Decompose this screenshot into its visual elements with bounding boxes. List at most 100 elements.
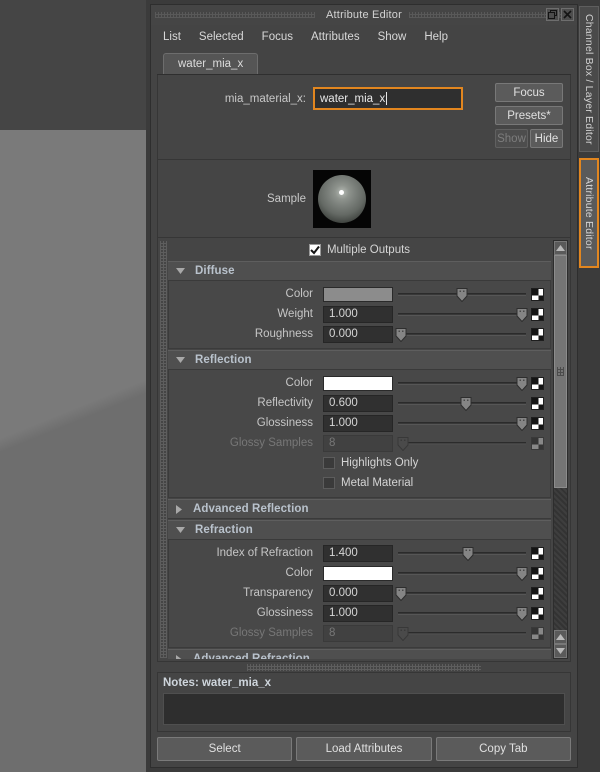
tab-water-mia-x[interactable]: water_mia_x <box>163 53 258 74</box>
highlights-only-label: Highlights Only <box>341 457 418 469</box>
map-button-reflectivity[interactable] <box>531 397 544 410</box>
map-button-reflection-color[interactable] <box>531 377 544 390</box>
section-header-diffuse[interactable]: Diffuse <box>168 261 551 281</box>
slider-diffuse-weight[interactable] <box>398 306 526 323</box>
field-transparency[interactable]: 0.000 <box>323 585 393 602</box>
multiple-outputs-checkbox[interactable] <box>309 244 321 256</box>
chevron-right-icon <box>176 655 183 660</box>
metal-material-checkbox[interactable] <box>323 477 335 489</box>
slider-reflectivity[interactable] <box>398 395 526 412</box>
menu-focus[interactable]: Focus <box>262 31 293 43</box>
field-reflection-glossiness[interactable]: 1.000 <box>323 415 393 432</box>
node-name-input[interactable]: water_mia_x <box>313 87 463 110</box>
restore-icon[interactable] <box>546 8 559 21</box>
slider-transparency[interactable] <box>398 585 526 602</box>
label-refraction-color: Color <box>169 567 318 579</box>
close-icon[interactable] <box>561 8 574 21</box>
slider-refraction-glossiness[interactable] <box>398 605 526 622</box>
field-index-of-refraction[interactable]: 1.400 <box>323 545 393 562</box>
slider-handle[interactable] <box>517 417 528 431</box>
vtab-attribute-editor[interactable]: Attribute Editor <box>579 158 599 268</box>
field-reflection-glossy-samples: 8 <box>323 435 393 452</box>
map-button-refraction-color[interactable] <box>531 567 544 580</box>
slider-handle[interactable] <box>457 288 468 302</box>
map-button-refraction-glossy-samples <box>531 627 544 640</box>
menu-selected[interactable]: Selected <box>199 31 244 43</box>
swatch-refraction-color[interactable] <box>323 566 393 581</box>
scrollbar-grip <box>557 367 564 376</box>
label-diffuse-color: Color <box>169 288 318 300</box>
slider-handle <box>398 437 409 451</box>
select-button[interactable]: Select <box>157 737 292 761</box>
row-highlights-only[interactable]: Highlights Only <box>169 453 550 473</box>
chevron-down-icon <box>176 268 185 275</box>
presets-button[interactable]: Presets* <box>495 106 563 125</box>
scroll-down-icon[interactable] <box>554 644 567 658</box>
section-header-advanced-reflection[interactable]: Advanced Reflection <box>168 499 551 519</box>
slider-handle[interactable] <box>517 308 528 322</box>
menu-list[interactable]: List <box>163 31 181 43</box>
menu-help[interactable]: Help <box>424 31 448 43</box>
slider-handle[interactable] <box>463 547 474 561</box>
swatch-diffuse-color[interactable] <box>323 287 393 302</box>
label-diffuse-weight: Weight <box>169 308 318 320</box>
field-refraction-glossiness[interactable]: 1.000 <box>323 605 393 622</box>
label-index-of-refraction: Index of Refraction <box>169 547 318 559</box>
notes-textarea[interactable] <box>163 693 565 725</box>
field-diffuse-roughness[interactable]: 0.000 <box>323 326 393 343</box>
map-button-refraction-glossiness[interactable] <box>531 607 544 620</box>
load-attributes-button[interactable]: Load Attributes <box>296 737 431 761</box>
slider-index-of-refraction[interactable] <box>398 545 526 562</box>
attribute-scrollbar[interactable] <box>553 240 568 659</box>
slider-handle[interactable] <box>517 607 528 621</box>
field-diffuse-weight[interactable]: 1.000 <box>323 306 393 323</box>
slider-handle[interactable] <box>395 587 406 601</box>
hide-button[interactable]: Hide <box>530 129 563 148</box>
map-button-diffuse-color[interactable] <box>531 288 544 301</box>
menu-show[interactable]: Show <box>378 31 407 43</box>
scrollbar-thumb[interactable] <box>554 255 567 488</box>
map-button-reflection-glossiness[interactable] <box>531 417 544 430</box>
window-titlebar[interactable]: Attribute Editor <box>151 5 577 25</box>
menu-attributes[interactable]: Attributes <box>311 31 360 43</box>
notes-splitter-grip[interactable] <box>247 664 481 671</box>
vtab-channel-box-layer-editor[interactable]: Channel Box / Layer Editor <box>579 6 599 152</box>
map-button-diffuse-weight[interactable] <box>531 308 544 321</box>
window-controls <box>546 8 574 21</box>
node-name-value: water_mia_x <box>320 93 385 105</box>
map-button-diffuse-roughness[interactable] <box>531 328 544 341</box>
attribute-panel-grip[interactable] <box>160 241 167 658</box>
sample-preview[interactable] <box>313 170 371 228</box>
section-header-advanced-refraction[interactable]: Advanced Refraction <box>168 649 551 659</box>
show-button[interactable]: Show <box>495 129 528 148</box>
section-header-reflection[interactable]: Reflection <box>168 350 551 370</box>
node-type-label: mia_material_x: <box>158 93 313 105</box>
slider-handle[interactable] <box>395 328 406 342</box>
slider-refraction-color[interactable] <box>398 565 526 582</box>
slider-handle[interactable] <box>517 377 528 391</box>
slider-reflection-glossy-samples <box>398 435 526 452</box>
section-header-refraction[interactable]: Refraction <box>168 520 551 540</box>
label-refraction-glossy-samples: Glossy Samples <box>169 627 318 639</box>
row-metal-material[interactable]: Metal Material <box>169 473 550 493</box>
field-reflectivity[interactable]: 0.600 <box>323 395 393 412</box>
copy-tab-button[interactable]: Copy Tab <box>436 737 571 761</box>
scrollbar-track[interactable] <box>554 255 567 630</box>
highlights-only-checkbox[interactable] <box>323 457 335 469</box>
vtab-channel-box-label: Channel Box / Layer Editor <box>583 14 595 145</box>
map-button-transparency[interactable] <box>531 587 544 600</box>
scroll-up-icon[interactable] <box>554 241 567 255</box>
swatch-reflection-color[interactable] <box>323 376 393 391</box>
slider-handle[interactable] <box>460 397 471 411</box>
window-title: Attribute Editor <box>326 9 402 21</box>
slider-diffuse-roughness[interactable] <box>398 326 526 343</box>
slider-handle[interactable] <box>517 567 528 581</box>
slider-diffuse-color[interactable] <box>398 286 526 303</box>
multiple-outputs-row[interactable]: Multiple Outputs <box>168 240 551 260</box>
map-button-index-of-refraction[interactable] <box>531 547 544 560</box>
slider-reflection-glossiness[interactable] <box>398 415 526 432</box>
sample-label: Sample <box>158 193 313 205</box>
focus-button[interactable]: Focus <box>495 83 563 102</box>
scroll-down-icon-upper[interactable] <box>554 630 567 644</box>
slider-reflection-color[interactable] <box>398 375 526 392</box>
